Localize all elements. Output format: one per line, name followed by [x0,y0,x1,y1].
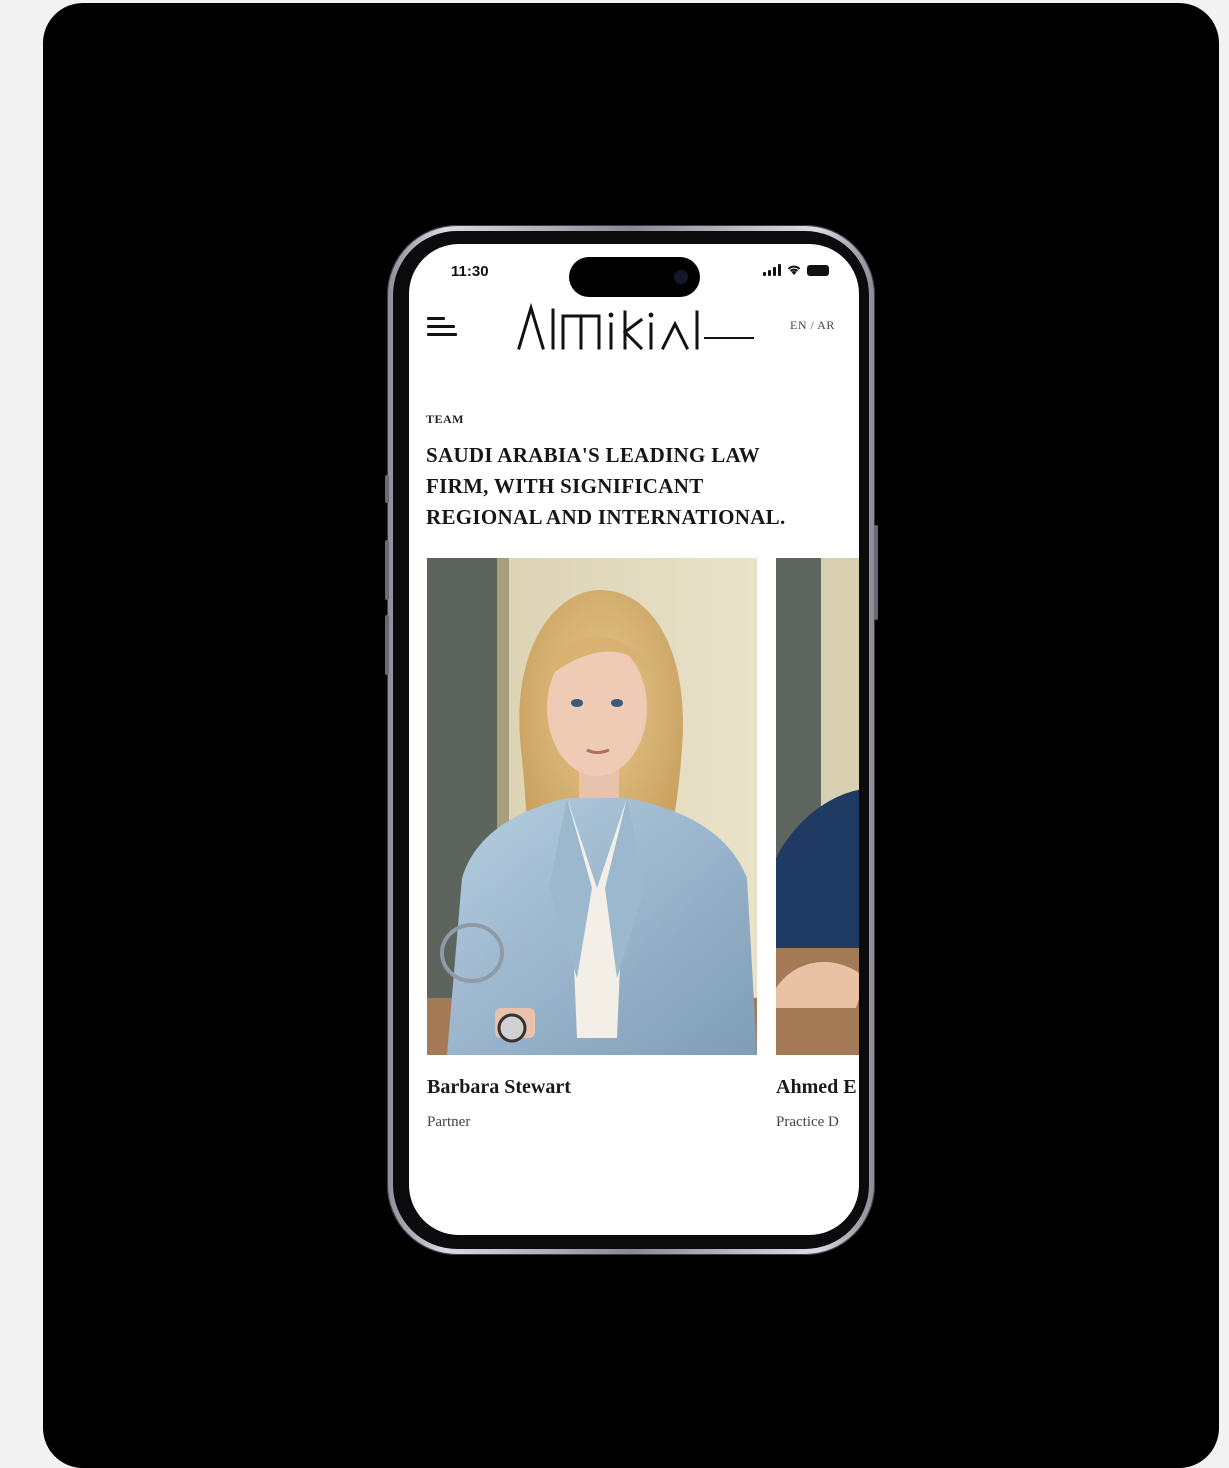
portrait-illustration [776,558,859,1055]
language-toggle[interactable]: EN / AR [790,318,835,333]
team-card-barbara[interactable]: Barbara Stewart Partner [427,558,757,1130]
phone-screen: 11:30 EN / AR TEAM SAUDI ARABIA'S LEADIN… [409,244,859,1235]
status-time: 11:30 [451,263,489,280]
team-member-photo [427,558,757,1055]
status-icons [763,264,829,276]
portrait-illustration [427,558,757,1055]
action-button [385,475,389,503]
section-eyebrow: TEAM [426,412,464,426]
team-card-ahmed[interactable]: Ahmed E Practice D [776,558,859,1130]
team-member-role: Practice D [776,1114,839,1130]
volume-down-button [385,615,389,675]
team-member-name: Barbara Stewart [427,1076,571,1098]
headline-line: SAUDI ARABIA'S LEADING LAW [426,443,760,467]
battery-icon [807,265,829,276]
volume-up-button [385,540,389,600]
headline-line: FIRM, WITH SIGNIFICANT [426,474,704,498]
front-camera [674,270,688,284]
team-member-name: Ahmed E [776,1076,857,1098]
power-button [874,525,878,620]
wifi-icon [787,265,801,275]
dynamic-island [569,257,700,297]
team-member-photo [776,558,859,1055]
firm-logo[interactable] [517,302,755,350]
section-headline: SAUDI ARABIA'S LEADING LAW FIRM, WITH SI… [426,440,836,533]
team-member-role: Partner [427,1114,471,1130]
headline-line: REGIONAL AND INTERNATIONAL. [426,505,786,529]
hamburger-menu-icon[interactable] [427,317,459,345]
cellular-signal-icon [763,264,781,276]
